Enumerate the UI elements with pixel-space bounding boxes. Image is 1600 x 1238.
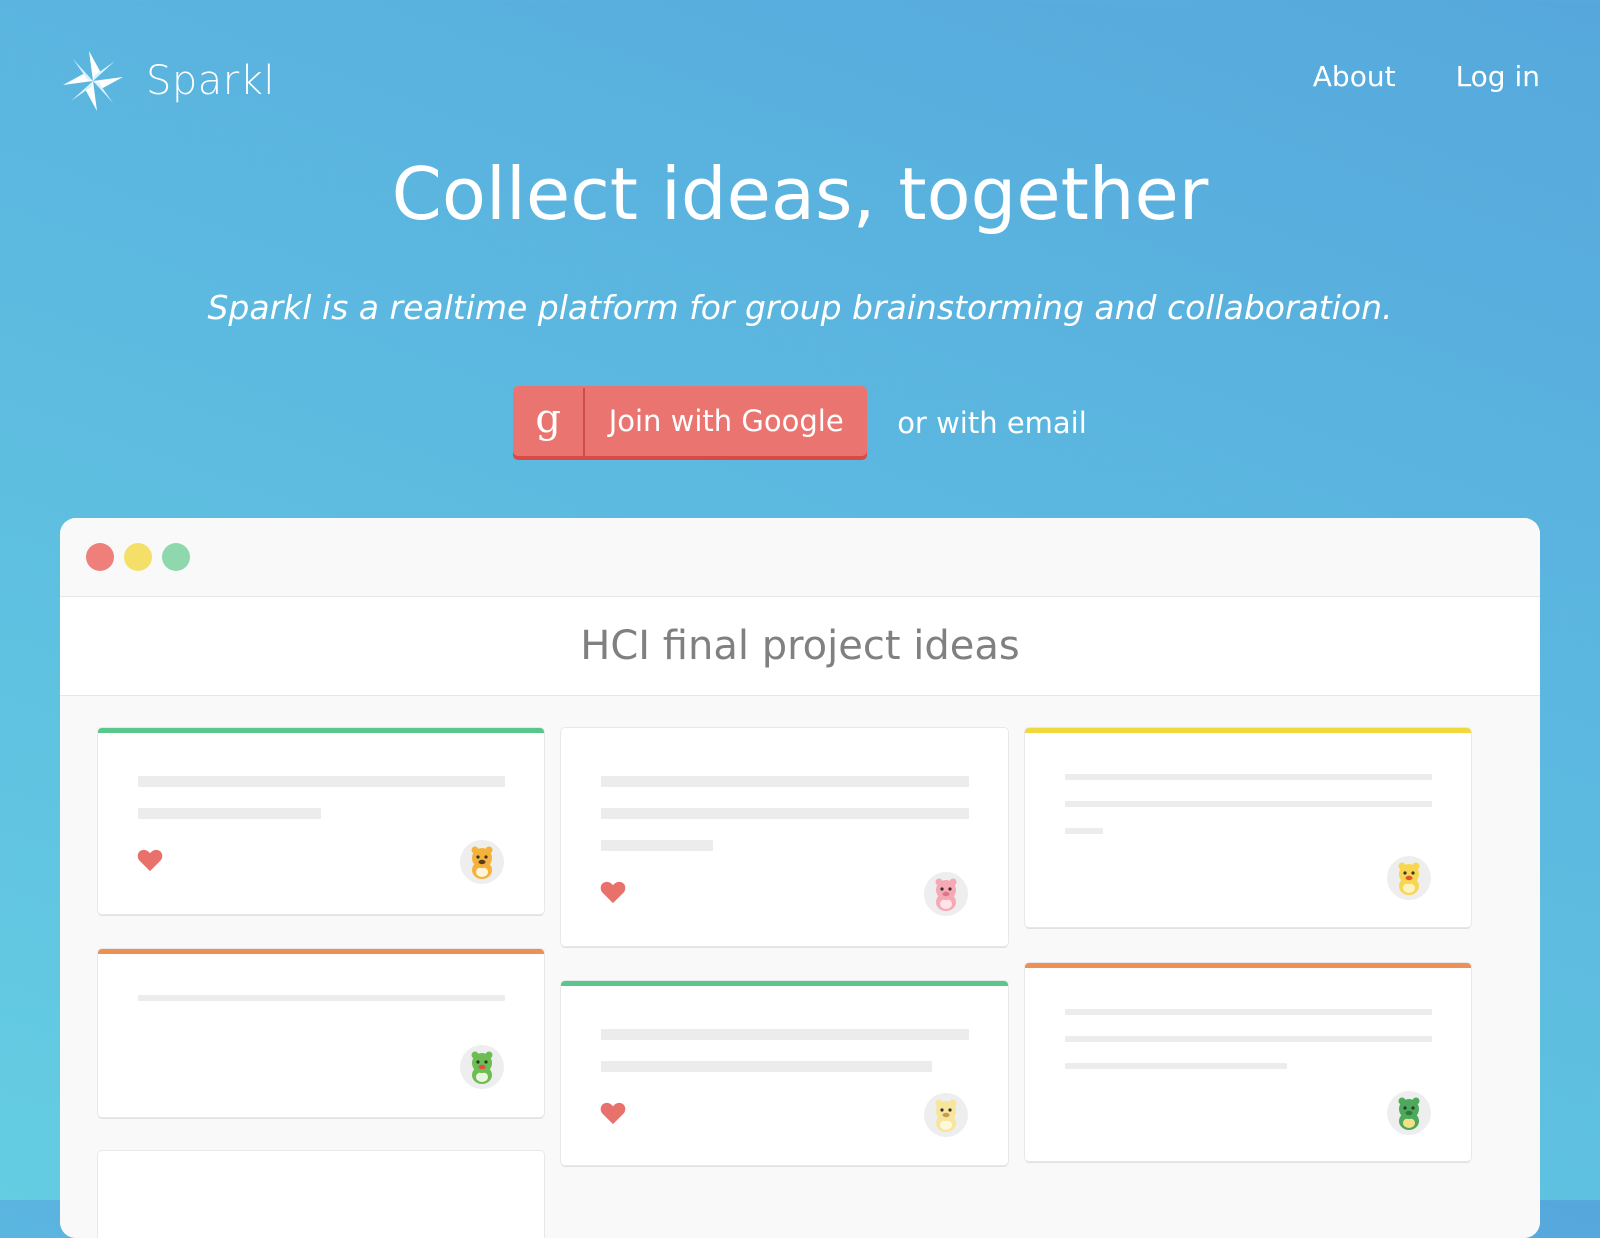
brand-name: Sparkl: [146, 58, 276, 104]
tiger-avatar-icon: [460, 840, 504, 884]
placeholder-text-line: [601, 840, 713, 851]
idea-board: [60, 696, 1540, 1238]
card-color-stripe: [98, 949, 544, 954]
placeholder-text-line: [601, 1029, 969, 1040]
card-color-stripe: [561, 981, 1008, 986]
placeholder-text-line: [1065, 774, 1432, 780]
card-color-stripe: [98, 728, 544, 733]
placeholder-text-line: [601, 1061, 932, 1072]
snake-avatar-icon: [1387, 1091, 1431, 1135]
google-icon: g: [513, 388, 586, 458]
placeholder-text-line: [601, 776, 969, 787]
sparkle-star-icon: [63, 51, 123, 111]
idea-card[interactable]: [1025, 963, 1471, 1161]
signup-actions: g Join with Google or with email: [0, 386, 1600, 460]
placeholder-text-line: [1065, 1009, 1432, 1015]
app-preview-window: HCI final project ideas: [60, 518, 1540, 1238]
dragon-avatar-icon: [460, 1045, 504, 1089]
idea-card[interactable]: [561, 728, 1008, 946]
placeholder-text-line: [138, 808, 321, 819]
chick-avatar-icon: [1387, 856, 1431, 900]
join-with-email-link[interactable]: or with email: [897, 406, 1087, 440]
logo[interactable]: Sparkl: [60, 48, 275, 114]
placeholder-text-line: [601, 808, 969, 819]
idea-card[interactable]: [98, 728, 544, 914]
placeholder-text-line: [1065, 801, 1432, 807]
board-header: HCI final project ideas: [60, 597, 1540, 696]
placeholder-text-line: [138, 995, 505, 1001]
pig-avatar-icon: [924, 872, 968, 916]
hero-title: Collect ideas, together: [391, 152, 1209, 236]
card-color-stripe: [1025, 728, 1471, 733]
sheep-avatar-icon: [924, 1093, 968, 1137]
heart-icon[interactable]: [599, 1099, 627, 1127]
google-button-label: Join with Google: [608, 404, 844, 438]
board-title: HCI final project ideas: [580, 623, 1020, 669]
login-link[interactable]: Log in: [1456, 60, 1540, 93]
idea-card[interactable]: [98, 949, 544, 1117]
minimize-window-dot: [124, 543, 152, 571]
idea-card[interactable]: [98, 1151, 544, 1238]
placeholder-text-line: [1065, 1036, 1432, 1042]
hero-tagline: Sparkl is a realtime platform for group …: [207, 288, 1393, 327]
idea-card[interactable]: [561, 981, 1008, 1165]
heart-icon[interactable]: [599, 878, 627, 906]
close-window-dot: [86, 543, 114, 571]
window-titlebar: [60, 518, 1540, 597]
maximize-window-dot: [162, 543, 190, 571]
top-nav: About Log in: [1313, 60, 1540, 93]
placeholder-text-line: [1065, 1063, 1287, 1069]
heart-icon[interactable]: [136, 846, 164, 874]
about-link[interactable]: About: [1313, 60, 1396, 93]
idea-card[interactable]: [1025, 728, 1471, 927]
placeholder-text-line: [1065, 828, 1103, 834]
card-color-stripe: [1025, 963, 1471, 968]
placeholder-text-line: [138, 776, 505, 787]
join-with-google-button[interactable]: g Join with Google: [513, 386, 868, 460]
